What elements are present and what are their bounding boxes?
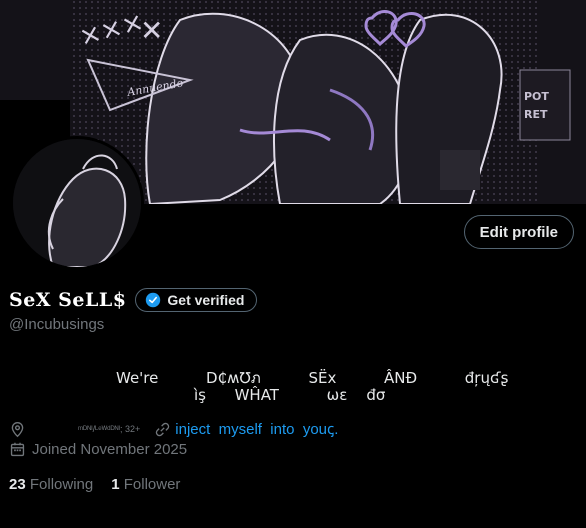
following-count: 23 [9,476,26,493]
svg-text:POT: POT [524,90,549,103]
profile-meta: ᵐᴰᴺᴵ/ᴸᵉᵂᵈᴰᴺᴵ; 32+ inject myself into you… [9,419,338,439]
svg-text:RET: RET [524,108,548,121]
following-label: Following [29,476,94,493]
avatar-artwork [13,139,141,267]
location-icon [11,421,24,437]
location-text: ᵐᴰᴺᴵ/ᴸᵉᵂᵈᴰᴺᴵ; 32+ [78,424,141,434]
get-verified-button[interactable]: Get verified [135,288,258,312]
followers-label: Follower [123,476,181,493]
follow-stats: 23 Following 1 Follower [9,476,180,493]
edit-profile-button[interactable]: Edit profile [463,215,574,249]
followers-count: 1 [111,476,120,493]
handle: @Incubusings [9,316,105,333]
profile-link[interactable]: inject myself into youꞔ. [175,419,338,439]
name-row: SeX SeLL$ Get verified [9,288,258,312]
bio-line-2: ìş WĤAT ωε đσ [194,386,386,404]
joined-date: Joined November 2025 [32,441,188,458]
link-icon [156,422,170,436]
svg-text:✕: ✕ [140,14,163,47]
avatar[interactable] [10,136,144,270]
following-link[interactable]: 23 Following [9,476,93,493]
joined-row: Joined November 2025 [9,441,187,458]
verified-badge-icon [146,292,161,308]
calendar-icon [10,442,25,457]
display-name: SeX SeLL$ [9,289,127,311]
followers-link[interactable]: 1 Follower [111,476,180,493]
get-verified-label: Get verified [167,292,245,308]
